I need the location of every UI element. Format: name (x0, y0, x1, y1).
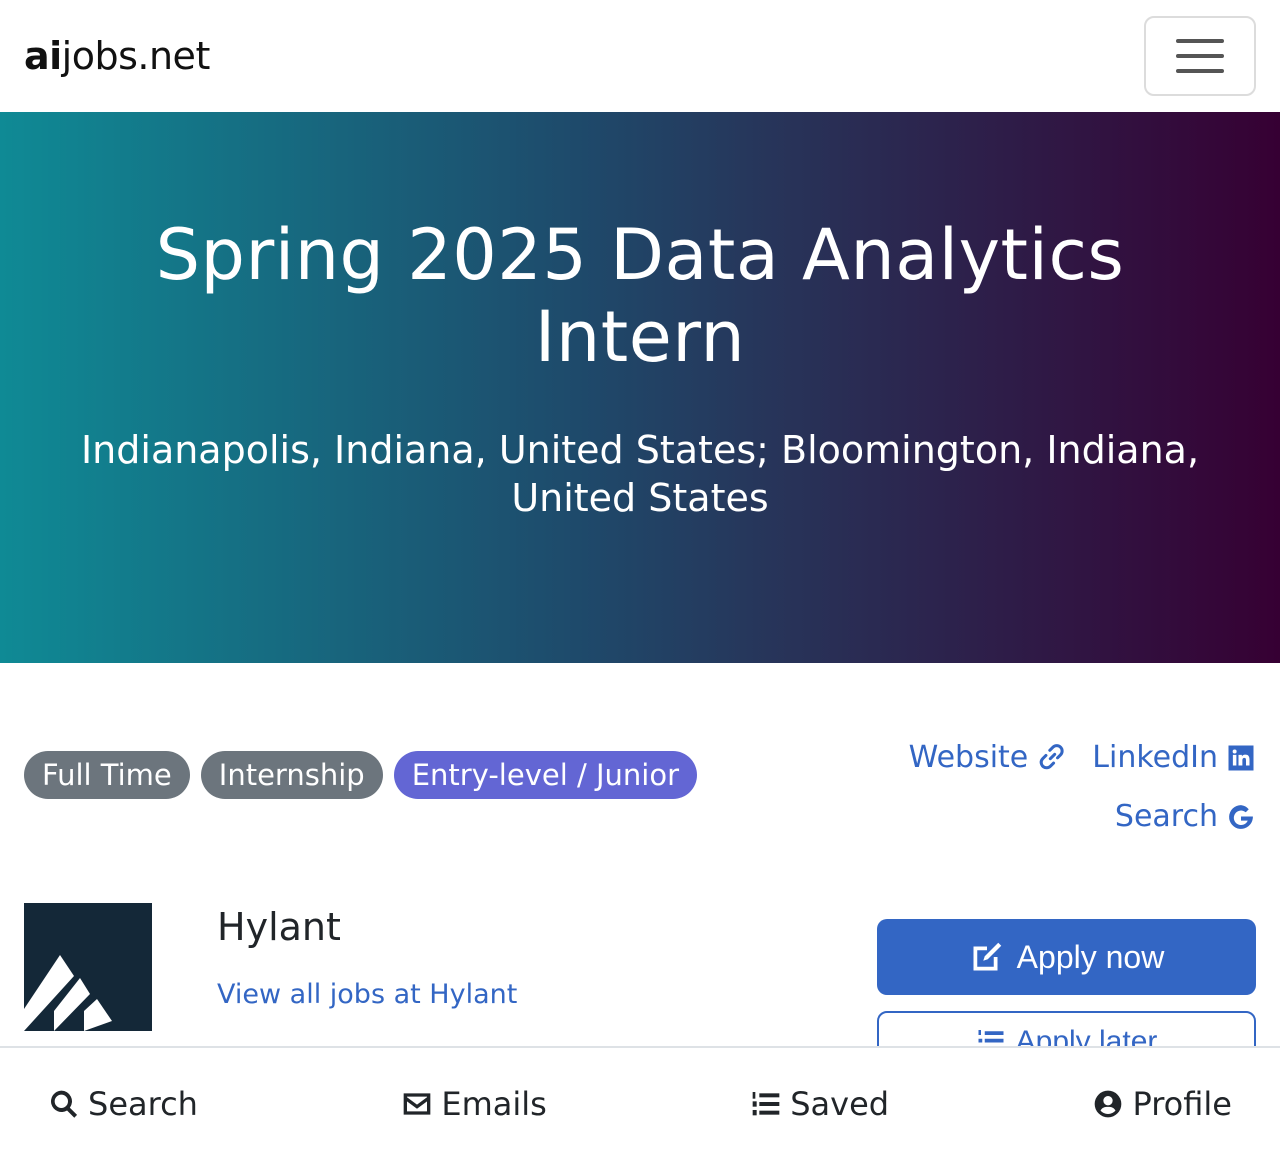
linkedin-link[interactable]: LinkedIn (1092, 740, 1256, 775)
hamburger-icon (1176, 39, 1224, 43)
badge-internship: Internship (200, 751, 383, 799)
link-icon (1039, 743, 1064, 769)
nav-profile[interactable]: Profile (1092, 1085, 1232, 1123)
job-badges: Full Time Internship Entry-level / Junio… (24, 751, 698, 834)
hylant-logo-icon (24, 955, 112, 1031)
job-hero: Spring 2025 Data Analytics Intern Indian… (0, 112, 1280, 663)
view-all-jobs-link[interactable]: View all jobs at Hylant (217, 979, 517, 1010)
company-links: Website LinkedIn Search (909, 740, 1256, 834)
job-location: Indianapolis, Indiana, United States; Bl… (80, 427, 1200, 520)
menu-toggle-button[interactable] (1144, 16, 1256, 96)
google-search-link[interactable]: Search (1115, 799, 1256, 834)
website-link[interactable]: Website (909, 740, 1067, 775)
linkedin-icon (1228, 745, 1254, 770)
envelope-icon (404, 1093, 431, 1115)
user-circle-icon (1095, 1090, 1122, 1118)
nav-emails[interactable]: Emails (401, 1085, 547, 1123)
edit-icon (973, 942, 1001, 971)
company-name: Hylant (217, 905, 341, 949)
bottom-navigation: Search Emails Saved Profile (0, 1046, 1280, 1160)
search-icon (51, 1090, 78, 1118)
top-navbar: aijobs.net (0, 0, 1280, 112)
google-icon (1229, 804, 1253, 829)
company-logo[interactable] (24, 903, 152, 1031)
badge-experience-level: Entry-level / Junior (393, 751, 698, 799)
brand-logo[interactable]: aijobs.net (24, 34, 210, 78)
nav-saved[interactable]: Saved (750, 1085, 889, 1123)
nav-search[interactable]: Search (48, 1085, 198, 1123)
numbered-list-icon (752, 1092, 780, 1116)
company-section: Hylant View all jobs at Hylant (24, 903, 517, 1031)
badge-employment-type: Full Time (24, 751, 190, 799)
job-title: Spring 2025 Data Analytics Intern (155, 213, 1125, 378)
apply-now-button[interactable]: Apply now (877, 919, 1256, 995)
job-meta: Full Time Internship Entry-level / Junio… (24, 740, 1256, 834)
